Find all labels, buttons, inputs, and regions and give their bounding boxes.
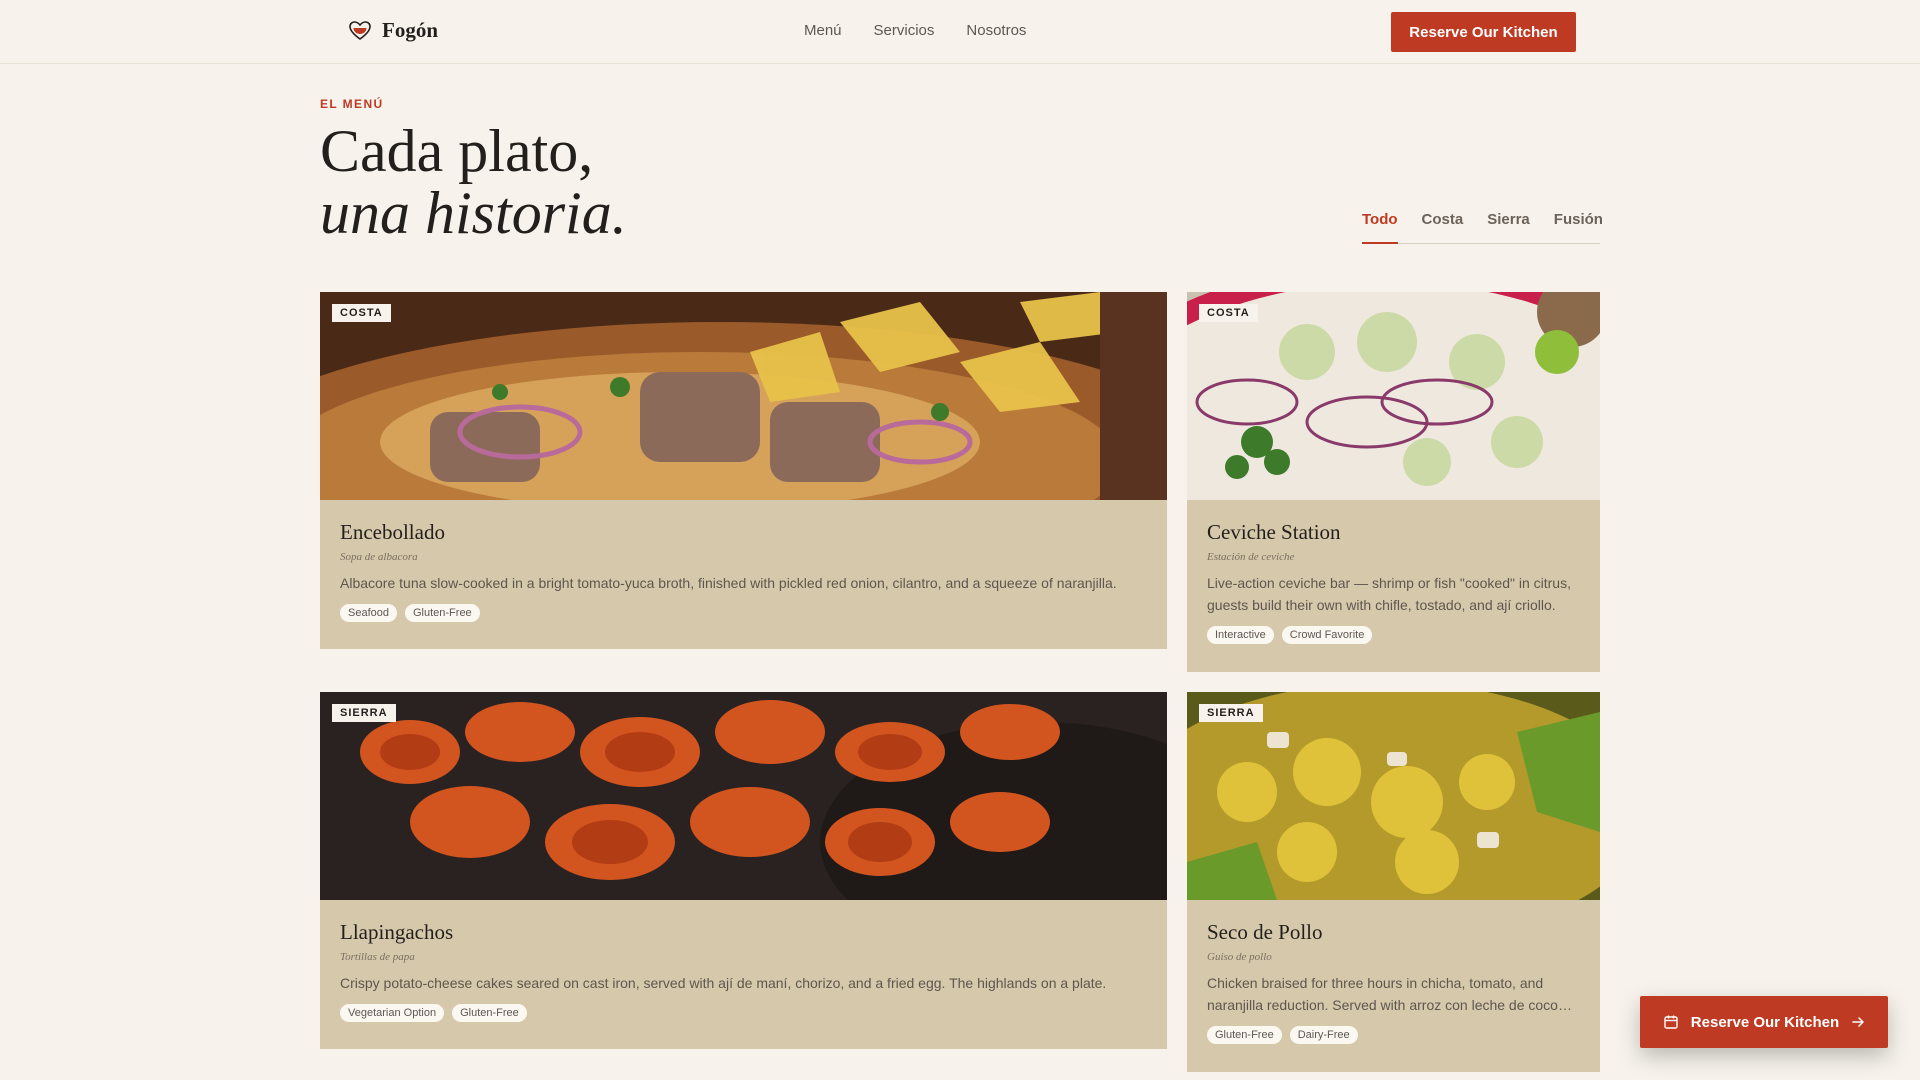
dish-tags: Gluten-Free Dairy-Free <box>1207 1026 1580 1044</box>
tab-costa[interactable]: Costa <box>1422 206 1464 244</box>
dish-tag: Crowd Favorite <box>1281 626 1373 644</box>
dish-subtitle: Tortillas de papa <box>340 951 415 963</box>
dish-description: Albacore tuna slow-cooked in a bright to… <box>340 575 1117 591</box>
dish-tag: Gluten-Free <box>452 1004 527 1022</box>
floating-reserve-button[interactable]: Reserve Our Kitchen <box>1640 996 1888 1048</box>
region-badge: COSTA <box>1199 304 1258 322</box>
dish-photo-seco-de-pollo: SIERRA <box>1187 692 1600 900</box>
region-badge: SIERRA <box>332 704 396 722</box>
dish-card-body: Llapingachos Tortillas de papa Crispy po… <box>340 920 1147 1022</box>
dish-description: Chicken braised for three hours in chich… <box>1207 975 1558 1013</box>
dish-title: Seco de Pollo <box>1207 920 1323 944</box>
dish-tags: Vegetarian Option Gluten-Free <box>340 1004 1147 1022</box>
arrow-right-icon <box>1852 1017 1864 1027</box>
dish-card-body: Ceviche Station Estación de ceviche Live… <box>1207 520 1580 644</box>
dish-card[interactable]: SIERRA Llapingachos Tortillas de papa Cr… <box>320 692 1167 1049</box>
tab-sierra[interactable]: Sierra <box>1487 206 1530 244</box>
brand-logo[interactable]: Fogón <box>348 18 438 43</box>
calendar-icon <box>1664 1015 1678 1029</box>
dish-description: Crispy potato-cheese cakes seared on cas… <box>340 975 1107 991</box>
nav-link-services[interactable]: Servicios <box>874 22 935 39</box>
reserve-kitchen-button[interactable]: Reserve Our Kitchen <box>1391 12 1576 52</box>
dish-title: Encebollado <box>340 520 445 544</box>
dish-card[interactable]: COSTA Ceviche Station Estación de cevich… <box>1187 292 1600 672</box>
dish-subtitle: Sopa de albacora <box>340 551 418 563</box>
dish-tag: Gluten-Free <box>1207 1026 1282 1044</box>
dish-subtitle: Estación de ceviche <box>1207 551 1295 563</box>
site-header: Fogón Menú Servicios Nosotros Reserve Ou… <box>0 0 1920 64</box>
section-headline: Cada plato, una historia. <box>320 120 627 244</box>
dish-subtitle: Guiso de pollo <box>1207 951 1272 963</box>
dish-tag: Seafood <box>340 604 397 622</box>
dish-tags: Interactive Crowd Favorite <box>1207 626 1580 644</box>
brand-name: Fogón <box>382 18 439 42</box>
region-badge: COSTA <box>332 304 391 322</box>
dish-tag: Interactive <box>1207 626 1274 644</box>
tab-fusion[interactable]: Fusión <box>1554 206 1603 244</box>
region-badge: SIERRA <box>1199 704 1263 722</box>
dish-photo-ceviche: COSTA <box>1187 292 1600 500</box>
dish-card[interactable]: COSTA Encebollado Sopa de albacora Albac… <box>320 292 1167 649</box>
heart-bowl-icon <box>349 20 371 40</box>
dish-title: Llapingachos <box>340 920 454 944</box>
dish-card-body: Encebollado Sopa de albacora Albacore tu… <box>340 520 1147 622</box>
dish-card[interactable]: SIERRA Seco de Pollo Guiso de pollo Chic… <box>1187 692 1600 1072</box>
dish-description: Live-action ceviche bar — shrimp or fish… <box>1207 575 1571 613</box>
headline-line-1: Cada plato, <box>320 118 594 184</box>
dish-tag: Gluten-Free <box>404 604 480 622</box>
nav-link-menu[interactable]: Menú <box>804 22 842 39</box>
menu-filter-tabs: Todo Costa Sierra Fusión <box>1362 206 1603 244</box>
dish-tag: Vegetarian Option <box>340 1004 445 1022</box>
nav-link-about[interactable]: Nosotros <box>966 22 1026 39</box>
dish-photo-llapingachos: SIERRA <box>320 692 1167 900</box>
floating-reserve-label: Reserve Our Kitchen <box>1690 1013 1840 1031</box>
dish-photo-encebollado: COSTA <box>320 292 1167 500</box>
dish-title: Ceviche Station <box>1207 520 1341 544</box>
tab-todo[interactable]: Todo <box>1362 206 1398 244</box>
headline-line-2: una historia. <box>320 180 627 246</box>
dish-tag: Dairy-Free <box>1289 1026 1358 1044</box>
dish-tags: Seafood Gluten-Free <box>340 604 1147 622</box>
main-nav: Menú Servicios Nosotros <box>804 22 1026 39</box>
dish-card-body: Seco de Pollo Guiso de pollo Chicken bra… <box>1207 920 1580 1044</box>
section-eyebrow: EL MENÚ <box>320 97 384 111</box>
